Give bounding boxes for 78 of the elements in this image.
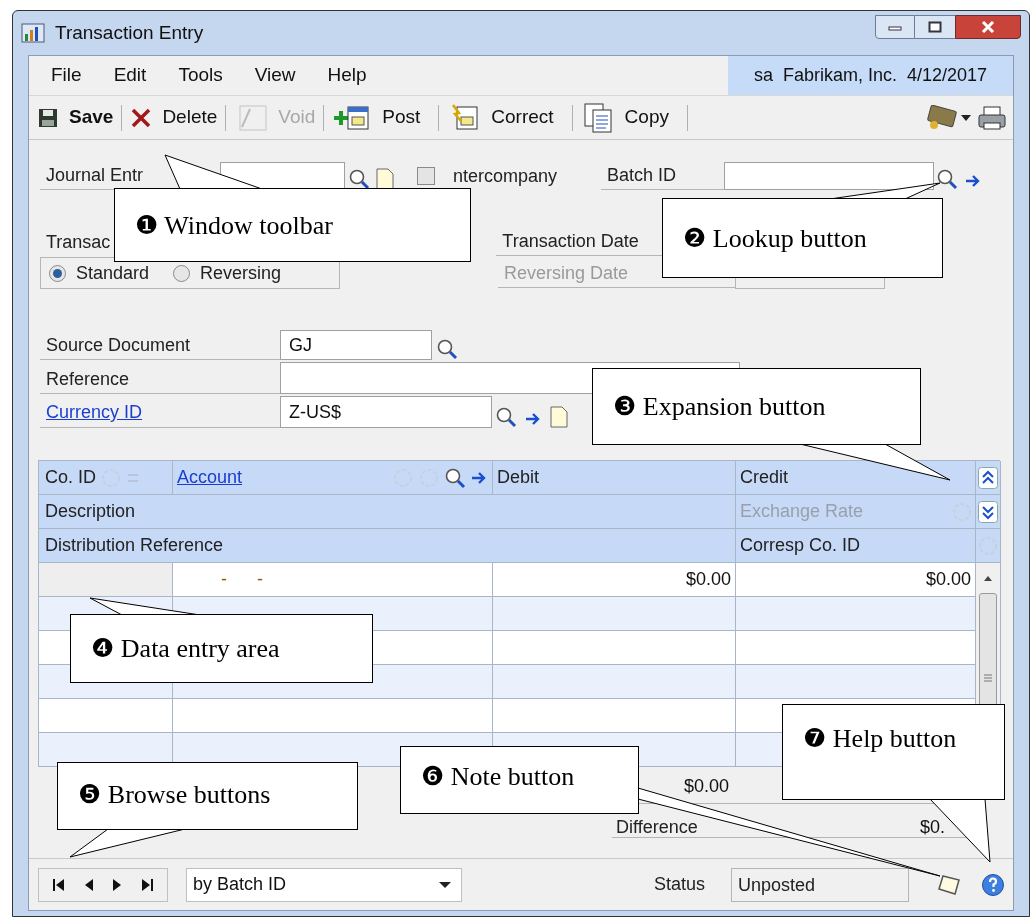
status-label: Status: [654, 873, 706, 896]
table-cell[interactable]: [493, 631, 736, 665]
caret-icon: [961, 113, 971, 122]
column-header: Exchange Rate: [740, 500, 864, 523]
minimize-icon: [888, 23, 902, 31]
lookup-icon[interactable]: [348, 168, 370, 190]
table-cell[interactable]: [39, 699, 173, 733]
maximize-button[interactable]: [915, 15, 955, 39]
column-header: Description: [39, 495, 736, 529]
table-cell[interactable]: [173, 699, 493, 733]
lookup-icon[interactable]: [436, 338, 458, 360]
previous-record-icon[interactable]: [84, 877, 94, 892]
source-document-field[interactable]: GJ: [280, 330, 432, 360]
callout-tooltip: ❻ Note button: [400, 746, 639, 814]
table-cell[interactable]: [493, 699, 736, 733]
account-link[interactable]: Account: [177, 464, 243, 491]
toolbar-button[interactable]: Delete: [126, 100, 222, 135]
maximize-icon: [928, 21, 942, 33]
column-header: Credit: [736, 461, 976, 495]
checkbox[interactable]: [417, 167, 435, 185]
menu-item[interactable]: View: [238, 61, 312, 90]
lookup-icon[interactable]: [495, 406, 517, 428]
first-record-icon[interactable]: [52, 877, 66, 892]
sort-dropdown[interactable]: by Batch ID: [186, 867, 462, 902]
table-cell[interactable]: [39, 563, 173, 597]
menu-item[interactable]: Help: [311, 61, 383, 90]
faded-circle-icon: [418, 466, 440, 489]
faded-circle-icon: [951, 500, 973, 523]
field-label: Transac: [45, 231, 111, 254]
difference-label: Difference: [616, 817, 698, 837]
column-header: Debit: [493, 461, 736, 495]
faded-circle-icon: [100, 466, 122, 489]
table-cell[interactable]: [493, 597, 736, 631]
printer-icon[interactable]: [977, 104, 1007, 131]
faded-circle-icon: [977, 534, 999, 557]
toolbar-button[interactable]: Correct: [443, 100, 568, 135]
caret-icon: [439, 880, 451, 889]
note-icon[interactable]: [375, 168, 395, 190]
checkbox-label: ntercompany: [453, 165, 558, 188]
faded-circle-icon: [392, 466, 414, 489]
debit-total: $0.00: [683, 775, 729, 798]
toolbar-button[interactable]: Save: [33, 100, 118, 135]
table-cell[interactable]: $0.00: [493, 563, 736, 597]
app-icon: [21, 22, 45, 44]
toolbar-button[interactable]: Post: [328, 100, 435, 135]
next-record-icon[interactable]: [112, 877, 122, 892]
window-title: Transaction Entry: [55, 20, 204, 45]
column-header: Distribution Reference: [39, 529, 736, 563]
table-cell[interactable]: [736, 665, 976, 699]
last-record-icon[interactable]: [140, 877, 154, 892]
radio-option[interactable]: Standard: [49, 259, 150, 287]
table-cell[interactable]: [736, 597, 976, 631]
toolbar-button[interactable]: Copy: [576, 100, 683, 135]
table-cell[interactable]: [39, 733, 173, 767]
table-cell[interactable]: [736, 631, 976, 665]
expansion-button-icon[interactable]: [978, 500, 998, 523]
column-header: Co. ID: [45, 466, 96, 489]
collapse-button-icon[interactable]: [978, 466, 998, 489]
x-icon: [130, 106, 153, 129]
radio-option[interactable]: Reversing: [173, 259, 282, 287]
table-cell[interactable]: [493, 665, 736, 699]
close-button[interactable]: [955, 15, 1021, 39]
menu-item[interactable]: File: [35, 61, 98, 90]
money-menu-button[interactable]: [925, 104, 971, 131]
menu-item[interactable]: Edit: [97, 61, 163, 90]
column-header: Corresp Co. ID: [736, 529, 976, 563]
menu-item[interactable]: Tools: [162, 61, 239, 90]
user-company-date: sa Fabrikam, Inc. 4/12/2017: [728, 56, 1013, 95]
grip-icon: [983, 674, 993, 682]
difference-value: $0.: [919, 817, 945, 837]
currency-id-link[interactable]: Currency ID: [46, 402, 143, 422]
table-cell[interactable]: $0.00: [736, 563, 976, 597]
close-icon: [980, 21, 996, 33]
lookup-icon[interactable]: [444, 466, 466, 489]
currency-id-field[interactable]: Z-US$: [280, 396, 492, 428]
status-field: Unposted: [731, 867, 910, 902]
help-icon[interactable]: [981, 872, 1006, 897]
lookup-icon[interactable]: [936, 168, 959, 190]
